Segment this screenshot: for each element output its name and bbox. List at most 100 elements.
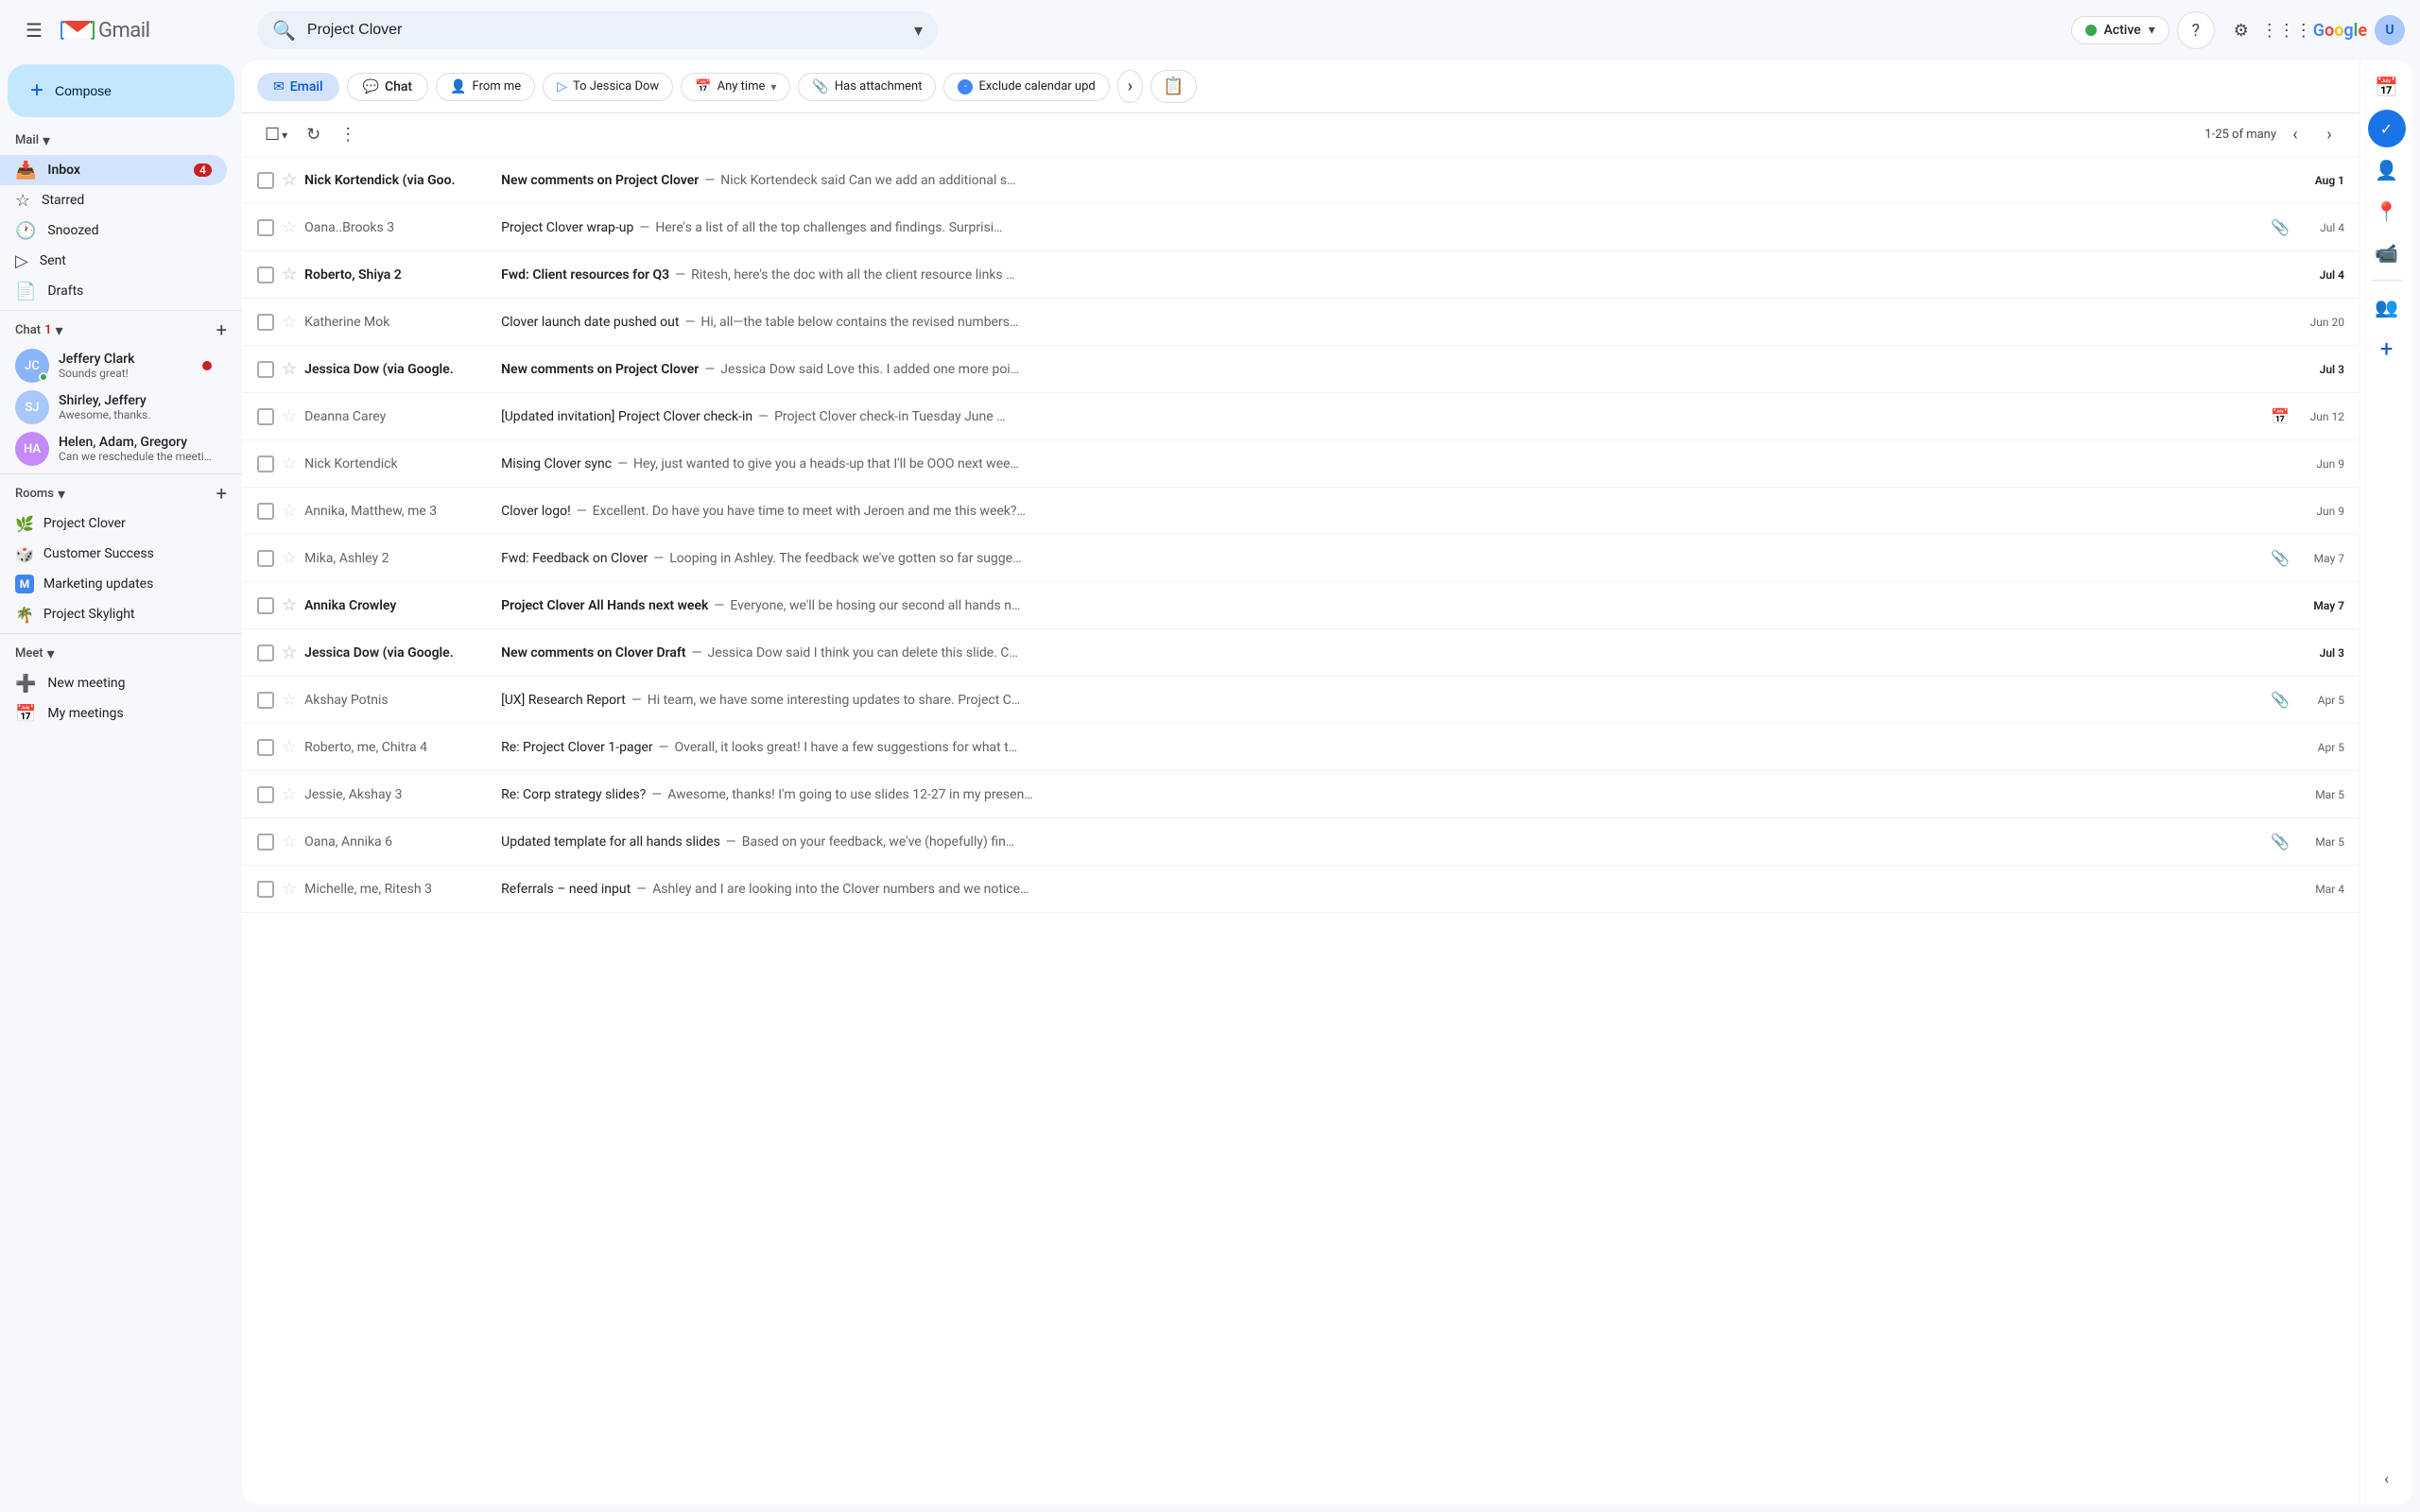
chip-more[interactable]: › (1117, 70, 1143, 103)
compose-button[interactable]: + Compose (8, 64, 234, 117)
expand-sidebar-button[interactable]: ‹ (2368, 1459, 2406, 1497)
email-checkbox[interactable] (257, 786, 274, 803)
meet-section-header[interactable]: Meet ▾ (0, 638, 242, 668)
email-star[interactable]: ☆ (282, 454, 297, 473)
chip-to-jessica[interactable]: ▷ To Jessica Dow (543, 73, 673, 101)
room-item-project-clover[interactable]: 🌿 Project Clover (0, 508, 227, 539)
sidebar-item-snoozed[interactable]: 🕐 Snoozed (0, 215, 227, 246)
email-checkbox[interactable] (257, 408, 274, 425)
email-row[interactable]: ☆ Roberto, me, Chitra 4 Re: Project Clov… (242, 724, 2360, 771)
email-star[interactable]: ☆ (282, 217, 297, 237)
help-button[interactable]: ? (2177, 11, 2215, 49)
email-row[interactable]: ☆ Akshay Potnis [UX] Research Report — H… (242, 677, 2360, 724)
tasks-panel-button[interactable]: ✓ (2368, 110, 2406, 147)
email-star[interactable]: ☆ (282, 312, 297, 332)
avatar-button[interactable]: U (2375, 15, 2405, 45)
contacts-panel-button[interactable]: 👤 (2368, 151, 2406, 189)
sidebar-item-drafts[interactable]: 📄 Drafts (0, 276, 227, 306)
sidebar-item-inbox[interactable]: 📥 Inbox 4 (0, 155, 227, 185)
email-checkbox[interactable] (257, 550, 274, 567)
email-checkbox[interactable] (257, 361, 274, 378)
chat-section-header[interactable]: Chat 1 ▾ + (0, 315, 242, 345)
hamburger-icon[interactable]: ☰ (15, 11, 53, 49)
email-star[interactable]: ☆ (282, 501, 297, 521)
email-row[interactable]: ☆ Nick Kortendick (via Goo. New comments… (242, 157, 2360, 204)
more-options-button[interactable]: ⋮ (332, 119, 364, 150)
rooms-section-header[interactable]: Rooms ▾ + (0, 478, 242, 508)
room-item-marketing[interactable]: M Marketing updates (0, 569, 227, 599)
rooms-add-icon[interactable]: + (216, 482, 227, 505)
people-panel-button[interactable]: 👥 (2368, 288, 2406, 326)
email-star[interactable]: ☆ (282, 359, 297, 379)
email-row[interactable]: ☆ Mika, Ashley 2 Fwd: Feedback on Clover… (242, 535, 2360, 582)
email-star[interactable]: ☆ (282, 737, 297, 757)
maps-panel-button[interactable]: 📍 (2368, 193, 2406, 231)
chip-exclude-calendar[interactable]: - Exclude calendar upd (943, 73, 1109, 101)
sidebar-item-starred[interactable]: ☆ Starred (0, 185, 227, 215)
email-star[interactable]: ☆ (282, 879, 297, 899)
meet-panel-button[interactable]: 📹 (2368, 234, 2406, 272)
email-star[interactable]: ☆ (282, 170, 297, 190)
chat-item-helen[interactable]: HA Helen, Adam, Gregory Can we reschedul… (0, 428, 227, 470)
email-dash: — (659, 740, 669, 755)
email-star[interactable]: ☆ (282, 832, 297, 851)
email-checkbox[interactable] (257, 266, 274, 284)
chip-any-time[interactable]: 📅 Any time ▾ (681, 73, 790, 101)
email-star[interactable]: ☆ (282, 643, 297, 662)
email-row[interactable]: ☆ Annika Crowley Project Clover All Hand… (242, 582, 2360, 629)
chip-extra[interactable]: 📋 (1150, 70, 1196, 103)
email-checkbox[interactable] (257, 503, 274, 520)
next-page-button[interactable]: › (2314, 120, 2344, 150)
chat-item-jeffery[interactable]: JC Jeffery Clark Sounds great! (0, 345, 227, 387)
tab-chat[interactable]: 💬 Chat (347, 73, 429, 101)
email-star[interactable]: ☆ (282, 406, 297, 426)
email-checkbox[interactable] (257, 692, 274, 709)
meet-item-my[interactable]: 📅 My meetings (0, 698, 227, 729)
mail-section-header[interactable]: Mail ▾ (0, 125, 242, 155)
refresh-button[interactable]: ↻ (299, 119, 328, 150)
email-star[interactable]: ☆ (282, 548, 297, 568)
search-expand-icon[interactable]: ▾ (914, 21, 923, 41)
email-checkbox[interactable] (257, 833, 274, 850)
chat-add-icon[interactable]: + (216, 318, 227, 341)
email-star[interactable]: ☆ (282, 784, 297, 804)
email-row[interactable]: ☆ Jessica Dow (via Google. New comments … (242, 629, 2360, 677)
email-checkbox[interactable] (257, 455, 274, 472)
settings-button[interactable]: ⚙ (2222, 11, 2260, 49)
email-row[interactable]: ☆ Jessica Dow (via Google. New comments … (242, 346, 2360, 393)
search-input[interactable] (307, 22, 903, 39)
meet-item-new[interactable]: ➕ New meeting (0, 668, 227, 698)
email-star[interactable]: ☆ (282, 595, 297, 615)
add-addon-button[interactable]: + (2368, 330, 2406, 368)
email-star[interactable]: ☆ (282, 690, 297, 710)
email-checkbox[interactable] (257, 219, 274, 236)
apps-button[interactable]: ⋮⋮⋮ (2268, 11, 2306, 49)
chip-has-attachment[interactable]: 📎 Has attachment (798, 73, 936, 101)
email-row[interactable]: ☆ Katherine Mok Clover launch date pushe… (242, 299, 2360, 346)
room-item-customer-success[interactable]: 🎲 Customer Success (0, 539, 227, 569)
chat-item-shirley[interactable]: SJ Shirley, Jeffery Awesome, thanks. (0, 387, 227, 428)
chip-from-me[interactable]: 👤 From me (436, 73, 535, 101)
email-row[interactable]: ☆ Oana..Brooks 3 Project Clover wrap-up … (242, 204, 2360, 251)
email-checkbox[interactable] (257, 314, 274, 331)
email-checkbox[interactable] (257, 881, 274, 898)
email-checkbox[interactable] (257, 172, 274, 189)
email-row[interactable]: ☆ Michelle, me, Ritesh 3 Referrals – nee… (242, 866, 2360, 913)
email-checkbox[interactable] (257, 597, 274, 614)
email-checkbox[interactable] (257, 739, 274, 756)
email-row[interactable]: ☆ Jessie, Akshay 3 Re: Corp strategy sli… (242, 771, 2360, 818)
email-checkbox[interactable] (257, 644, 274, 662)
email-row[interactable]: ☆ Annika, Matthew, me 3 Clover logo! — E… (242, 488, 2360, 535)
email-row[interactable]: ☆ Nick Kortendick Mising Clover sync — H… (242, 440, 2360, 488)
select-all-checkbox[interactable]: ☐ ▾ (257, 119, 295, 150)
email-row[interactable]: ☆ Oana, Annika 6 Updated template for al… (242, 818, 2360, 866)
email-row[interactable]: ☆ Roberto, Shiya 2 Fwd: Client resources… (242, 251, 2360, 299)
calendar-panel-button[interactable]: 📅 (2368, 68, 2406, 106)
sidebar-item-sent[interactable]: ▷ Sent (0, 246, 227, 276)
prev-page-button[interactable]: ‹ (2280, 120, 2310, 150)
tab-email[interactable]: ✉ Email (257, 73, 339, 101)
status-button[interactable]: Active ▾ (2071, 16, 2169, 44)
email-row[interactable]: ☆ Deanna Carey [Updated invitation] Proj… (242, 393, 2360, 440)
email-star[interactable]: ☆ (282, 265, 297, 284)
room-item-skylight[interactable]: 🌴 Project Skylight (0, 599, 227, 629)
